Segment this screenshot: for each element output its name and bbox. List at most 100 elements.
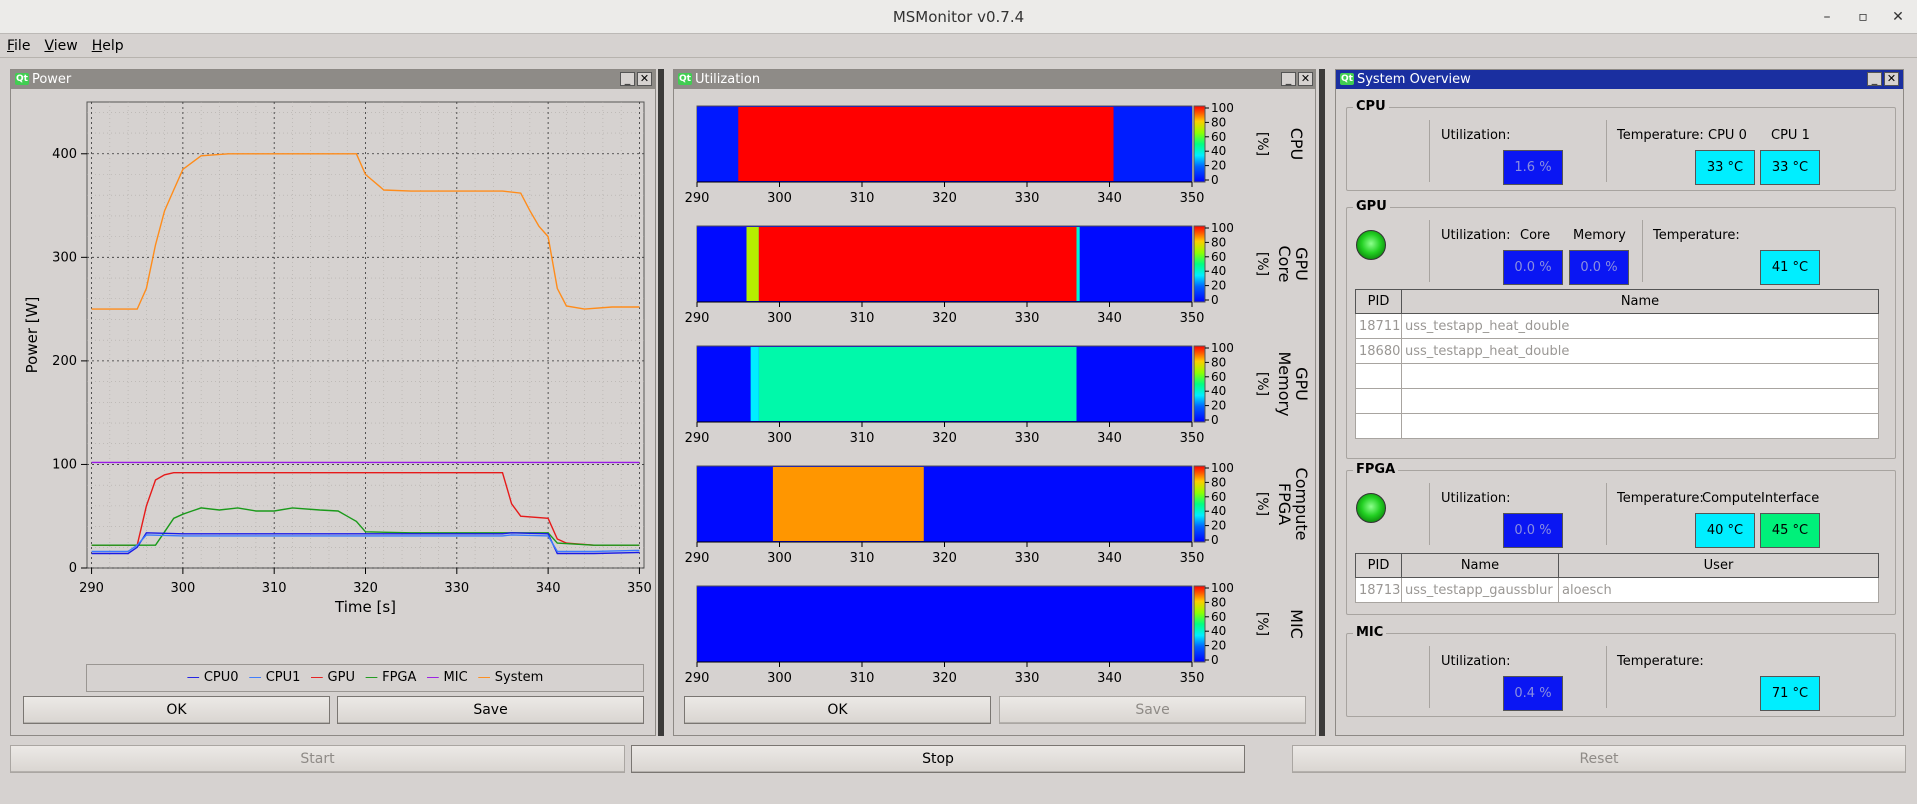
- close-dock-icon[interactable]: ✕: [1884, 72, 1899, 86]
- dock-splitter[interactable]: [1319, 69, 1325, 736]
- dock-splitter[interactable]: [658, 69, 664, 736]
- x-tick-label: 290: [685, 431, 710, 446]
- x-tick-label: 340: [1097, 191, 1122, 206]
- cpu-group-title: CPU: [1353, 99, 1389, 114]
- gpu-temperature-label: Temperature:: [1653, 228, 1740, 243]
- x-tick-label: 330: [1015, 191, 1040, 206]
- cpu-group: CPU Utilization: 1.6 % Temperature: CPU …: [1346, 99, 1896, 191]
- legend-swatch: —: [248, 670, 262, 685]
- legend-swatch: —: [426, 670, 440, 685]
- x-tick-label: 310: [850, 431, 875, 446]
- unit-label: [%]: [1254, 252, 1270, 276]
- x-tick-label: 290: [685, 551, 710, 566]
- reset-button: Reset: [1292, 745, 1906, 773]
- colorbar-tick-label: 40: [1211, 624, 1226, 638]
- y-tick-label: 100: [52, 457, 77, 472]
- undock-icon[interactable]: _: [1281, 72, 1296, 86]
- x-tick-label: 320: [932, 191, 957, 206]
- heatmap-title: Memory: [1275, 351, 1294, 416]
- colorbar-tick-label: 0: [1211, 533, 1219, 547]
- maximize-icon[interactable]: ▫: [1848, 0, 1878, 34]
- table-row[interactable]: 18711 uss_testapp_heat_double: [1355, 313, 1879, 339]
- unit-label: [%]: [1254, 372, 1270, 396]
- power-ok-button[interactable]: OK: [23, 696, 330, 724]
- gpu-status-led-icon: [1356, 230, 1386, 260]
- pid-cell: [1355, 363, 1402, 389]
- table-row[interactable]: [1355, 413, 1879, 439]
- gpu-group: GPU Utilization: Core Memory 0.0 % 0.0 %…: [1346, 199, 1896, 459]
- heatmap-segment: [923, 467, 1192, 541]
- minimize-icon[interactable]: –: [1812, 0, 1842, 34]
- utilization-heatmaps: 290 300 310 320 330 340 350100806040200[%] CPU2…: [685, 101, 1311, 686]
- x-tick-label: 310: [850, 311, 875, 326]
- legend-label: System: [490, 670, 544, 685]
- x-tick-label: 290: [685, 191, 710, 206]
- gpu-temperature-value: 41 °C: [1760, 250, 1820, 285]
- power-chart: 290 300 310 320 330 340 350 0 100 200 300 400 Time […: [23, 101, 652, 616]
- power-dock-titlebar[interactable]: Qt Power _ ✕: [11, 70, 655, 89]
- heatmap-segment: [746, 227, 759, 301]
- close-dock-icon[interactable]: ✕: [637, 72, 652, 86]
- table-row[interactable]: 18680 uss_testapp_heat_double: [1355, 338, 1879, 364]
- system-overview-dock: Qt System Overview _ ✕ CPU Utilization: 1…: [1335, 69, 1904, 736]
- power-legend: — CPU0— CPU1— GPU — FPGA — MIC — System: [86, 664, 644, 692]
- legend-item: — System: [478, 670, 544, 685]
- x-tick-label: 320: [932, 431, 957, 446]
- colorbar-tick-label: 40: [1211, 384, 1226, 398]
- cpu0-label: CPU 0: [1708, 128, 1747, 143]
- name-column-header[interactable]: Name: [1401, 289, 1879, 314]
- heatmap-title: Core: [1275, 245, 1294, 282]
- user-column-header[interactable]: User: [1558, 553, 1879, 578]
- menu-view[interactable]: View: [37, 34, 84, 58]
- mic-temperature-value: 71 °C: [1760, 676, 1820, 711]
- x-tick-label: 340: [536, 581, 561, 596]
- x-tick-label: 320: [932, 311, 957, 326]
- utilization-save-button: Save: [999, 696, 1306, 724]
- fpga-compute-label: Compute: [1702, 491, 1762, 506]
- fpga-utilization-value: 0.0 %: [1503, 513, 1563, 548]
- x-tick-label: 300: [767, 431, 792, 446]
- qt-logo-icon: Qt: [678, 73, 692, 85]
- utilization-dock-titlebar[interactable]: Qt Utilization _ ✕: [674, 70, 1315, 89]
- x-tick-label: 330: [1015, 311, 1040, 326]
- y-tick-label: 300: [52, 250, 77, 265]
- name-column-header[interactable]: Name: [1401, 553, 1559, 578]
- utilization-ok-button[interactable]: OK: [684, 696, 991, 724]
- menu-file[interactable]: File: [0, 34, 37, 58]
- x-tick-label: 320: [932, 671, 957, 686]
- unit-label: [%]: [1254, 492, 1270, 516]
- overview-dock-titlebar[interactable]: Qt System Overview _ ✕: [1336, 70, 1903, 89]
- legend-item: — GPU: [310, 670, 355, 685]
- heatmap-segment: [738, 107, 1114, 181]
- pid-cell: 18680: [1355, 338, 1402, 364]
- colorbar: [1193, 465, 1206, 543]
- table-row[interactable]: [1355, 388, 1879, 414]
- undock-icon[interactable]: _: [1867, 72, 1882, 86]
- heatmap-segment: [1113, 107, 1192, 181]
- menu-help[interactable]: Help: [85, 34, 131, 58]
- stop-button[interactable]: Stop: [631, 745, 1245, 773]
- x-tick-label: 300: [767, 671, 792, 686]
- colorbar-tick-label: 60: [1211, 490, 1226, 504]
- gpu-core-label: Core: [1520, 228, 1551, 243]
- pid-column-header[interactable]: PID: [1355, 553, 1402, 578]
- legend-label: MIC: [439, 670, 468, 685]
- pid-cell: 18713: [1355, 577, 1402, 603]
- table-row[interactable]: [1355, 363, 1879, 389]
- undock-icon[interactable]: _: [620, 72, 635, 86]
- power-save-button[interactable]: Save: [337, 696, 644, 724]
- cpu0-temperature-value: 33 °C: [1695, 150, 1755, 185]
- mic-utilization-label: Utilization:: [1441, 654, 1511, 669]
- close-dock-icon[interactable]: ✕: [1298, 72, 1313, 86]
- table-row[interactable]: 18713 uss_testapp_gaussblur aloesch: [1355, 577, 1879, 603]
- colorbar-tick-label: 100: [1211, 221, 1234, 235]
- name-cell: [1401, 363, 1879, 389]
- x-tick-label: 300: [170, 581, 195, 596]
- y-tick-label: 400: [52, 147, 77, 162]
- colorbar-tick-label: 100: [1211, 101, 1234, 115]
- fpga-group-title: FPGA: [1353, 462, 1399, 477]
- pid-column-header[interactable]: PID: [1355, 289, 1402, 314]
- y-tick-label: 200: [52, 354, 77, 369]
- close-icon[interactable]: ✕: [1883, 0, 1913, 34]
- menu-bar: File View Help: [0, 34, 1917, 58]
